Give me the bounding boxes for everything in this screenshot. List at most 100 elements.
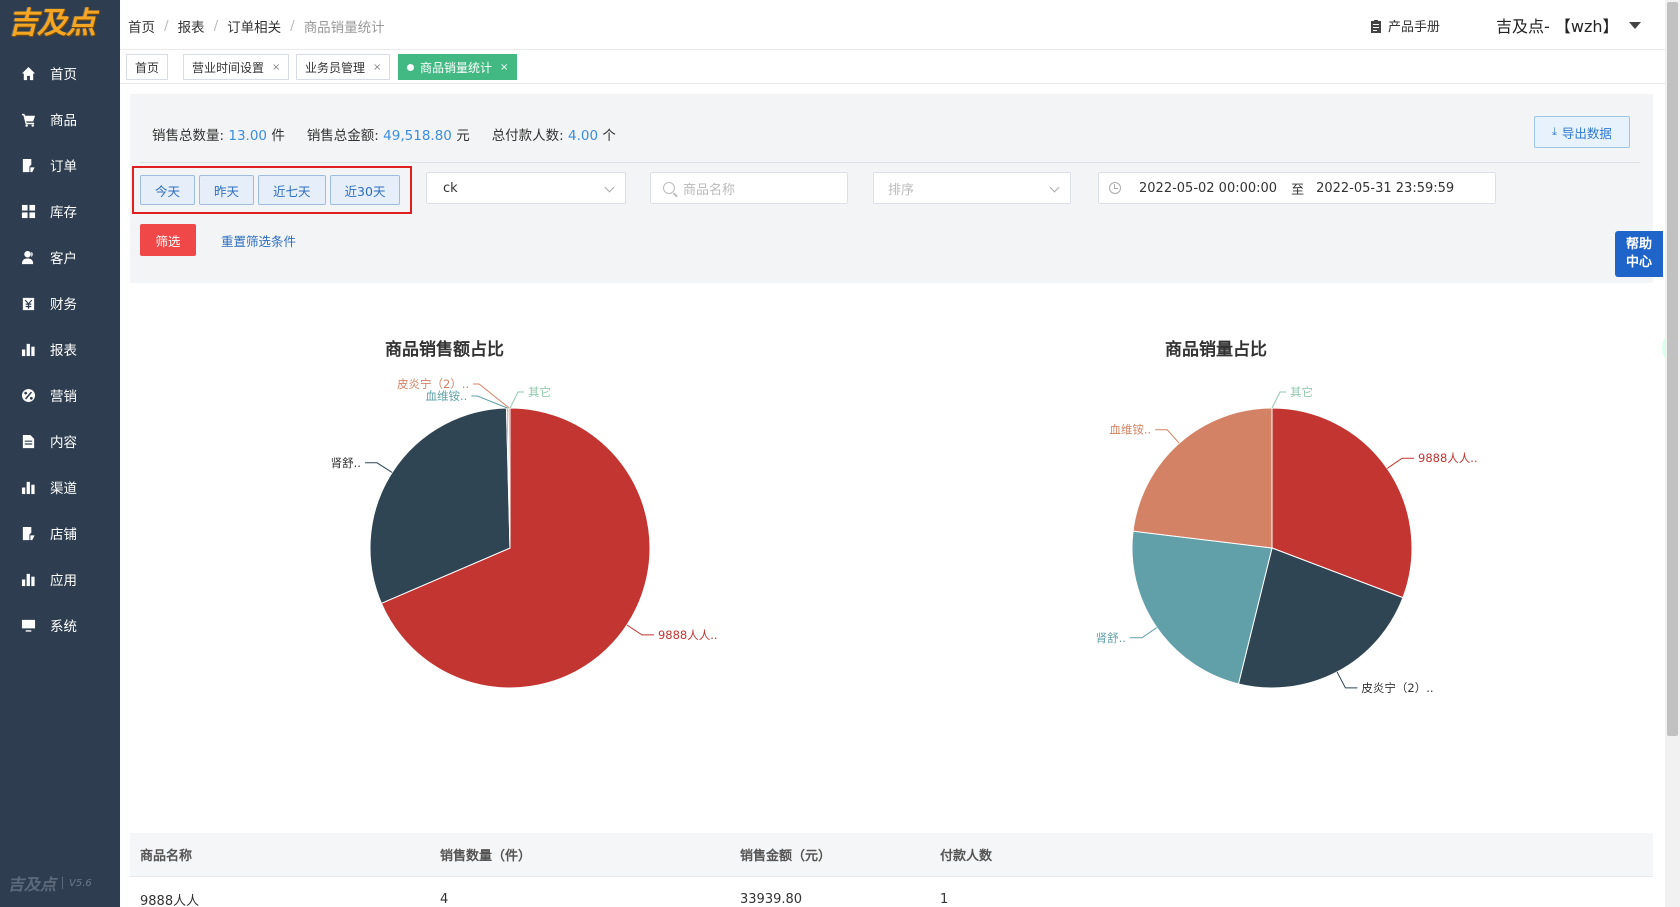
close-icon[interactable]: × [373, 62, 381, 73]
user-menu[interactable]: 吉及点- 【wzh】 [1496, 13, 1641, 37]
sidebar-item-label: 系统 [50, 619, 77, 635]
pie-slice-label: 肾舒.. [1096, 631, 1126, 645]
breadcrumb-orders[interactable]: 订单相关 [227, 16, 281, 36]
breadcrumb-current: 商品销量统计 [303, 20, 385, 36]
active-dot-icon [407, 63, 414, 71]
divider [140, 162, 1640, 163]
scrollbar-thumb[interactable] [1667, 2, 1678, 736]
export-button[interactable]: ⤓ 导出数据 [1534, 116, 1630, 148]
sidebar-item-label: 库存 [50, 205, 77, 221]
tab-product-sales[interactable]: 商品销量统计 × [398, 54, 518, 80]
last-7-days-button[interactable]: 近七天 [258, 175, 326, 205]
sidebar-item-marketing[interactable]: 营销 [0, 372, 120, 418]
clock-icon [1109, 182, 1121, 194]
summary-amount-label: 销售总金额: [306, 128, 379, 144]
yesterday-button[interactable]: 昨天 [199, 175, 255, 205]
sidebar-item-customers[interactable]: 客户 [0, 234, 120, 280]
tab-business-hours[interactable]: 营业时间设置 × [183, 54, 290, 80]
sidebar-item-reports[interactable]: 报表 [0, 326, 120, 372]
app: 吉及点 首页 商品 订单 库存 客户 财务 报表 营销 内容 渠道 店铺 应用 … [0, 0, 1680, 907]
pie-slice[interactable] [1132, 407, 1273, 549]
sidebar-item-content[interactable]: 内容 [0, 418, 120, 464]
pie-label-line [364, 462, 393, 473]
sidebar-item-apps[interactable]: 应用 [0, 556, 120, 602]
bar-chart-icon [20, 479, 36, 495]
sidebar-item-finance[interactable]: 财务 [0, 280, 120, 326]
download-icon: ⤓ [1552, 125, 1557, 138]
pie-label-line [1155, 429, 1180, 444]
column-header-qty[interactable]: 销售数量（件） [430, 845, 730, 864]
product-manual-link[interactable]: 产品手册 [1370, 16, 1440, 35]
percent-icon [20, 387, 36, 403]
sidebar-item-label: 渠道 [50, 481, 77, 497]
summary-payers-value: 4.00 [568, 128, 599, 144]
pie-slice-label: 血维铵.. [426, 389, 468, 403]
finance-icon [20, 295, 36, 311]
home-icon [20, 65, 36, 81]
vertical-scrollbar[interactable] [1665, 0, 1680, 907]
summary-amount-value: 49,518.80 [383, 128, 452, 144]
breadcrumb-reports[interactable]: 报表 [178, 16, 205, 36]
breadcrumb: 首页 / 报表 / 订单相关 / 商品销量统计 [128, 16, 385, 36]
footer-separator [62, 877, 64, 889]
sidebar-menu: 首页 商品 订单 库存 客户 财务 报表 营销 内容 渠道 店铺 应用 系统 [0, 50, 120, 648]
tab-label: 首页 [135, 60, 160, 75]
sidebar-item-label: 财务 [50, 297, 77, 313]
cell-amount: 33939.80 [740, 891, 803, 907]
shop-select[interactable]: ck [426, 172, 626, 204]
cell-qty: 4 [440, 891, 449, 907]
breadcrumb-home[interactable]: 首页 [128, 16, 155, 36]
sidebar-item-label: 首页 [50, 67, 77, 83]
breadcrumb-separator: / [164, 18, 169, 34]
table-header: 商品名称 销售数量（件） 销售金额（元） 付款人数 [130, 833, 1653, 877]
sidebar-item-label: 客户 [50, 251, 77, 267]
header: 首页 / 报表 / 订单相关 / 商品销量统计 产品手册 吉及点- 【wzh】 [120, 0, 1665, 50]
sidebar-item-system[interactable]: 系统 [0, 602, 120, 648]
today-button[interactable]: 今天 [140, 175, 196, 205]
summary-payers: 总付款人数: 4.00 个 [492, 124, 616, 144]
tab-salesman[interactable]: 业务员管理 × [296, 54, 391, 80]
date-range-picker[interactable]: 2022-05-02 00:00:00 至 2022-05-31 23:59:5… [1098, 172, 1496, 204]
sales-amount-chart-title: 商品销售额占比 [385, 340, 504, 360]
help-line-2: 中心 [1625, 255, 1652, 270]
clipboard-icon [1371, 19, 1381, 33]
summary-qty-label: 销售总数量: [152, 128, 225, 144]
sidebar-item-orders[interactable]: 订单 [0, 142, 120, 188]
pie-label-line [1386, 457, 1415, 469]
column-header-payers[interactable]: 付款人数 [930, 845, 1130, 864]
search-icon [663, 182, 675, 194]
close-icon[interactable]: × [500, 62, 508, 73]
sidebar-item-home[interactable]: 首页 [0, 50, 120, 96]
reset-filters-link[interactable]: 重置筛选条件 [221, 231, 296, 250]
summary-qty-unit: 件 [271, 128, 285, 144]
sidebar-item-inventory[interactable]: 库存 [0, 188, 120, 234]
column-header-product[interactable]: 商品名称 [130, 845, 430, 864]
sidebar-item-label: 商品 [50, 113, 77, 129]
date-to[interactable]: 2022-05-31 23:59:59 [1316, 181, 1454, 196]
cell-payers: 1 [940, 891, 949, 907]
export-label: 导出数据 [1561, 125, 1612, 141]
tab-home[interactable]: 首页 [126, 54, 169, 80]
sidebar-item-label: 报表 [50, 343, 77, 359]
cart-icon [20, 111, 36, 127]
sort-select[interactable]: 排序 [873, 172, 1071, 204]
filter-button[interactable]: 筛选 [140, 224, 196, 256]
sidebar-item-stores[interactable]: 店铺 [0, 510, 120, 556]
sales-qty-pie: 9888人人.. 皮炎宁（2）.. 肾舒.. 血维铵.. 其它 [1096, 385, 1478, 695]
summary-amount-unit: 元 [456, 128, 470, 144]
last-30-days-button[interactable]: 近30天 [329, 175, 401, 205]
product-name-input[interactable]: 商品名称 [650, 172, 848, 204]
close-icon[interactable]: × [272, 62, 280, 73]
breadcrumb-separator: / [290, 18, 295, 34]
summary-qty: 销售总数量: 13.00 件 [152, 124, 285, 144]
pie-slice-label: 9888人人.. [1418, 451, 1478, 465]
column-header-amount[interactable]: 销售金额（元） [730, 845, 930, 864]
table-row[interactable]: 9888人人 4 33939.80 1 [130, 877, 1653, 907]
sidebar-item-products[interactable]: 商品 [0, 96, 120, 142]
date-from[interactable]: 2022-05-02 00:00:00 [1139, 181, 1277, 196]
quick-date-group: 今天 昨天 近七天 近30天 [132, 166, 412, 214]
help-center-button[interactable]: 帮助 中心 [1615, 231, 1663, 277]
caret-down-icon [1628, 21, 1641, 29]
logo[interactable]: 吉及点 [8, 6, 116, 42]
sidebar-item-channels[interactable]: 渠道 [0, 464, 120, 510]
